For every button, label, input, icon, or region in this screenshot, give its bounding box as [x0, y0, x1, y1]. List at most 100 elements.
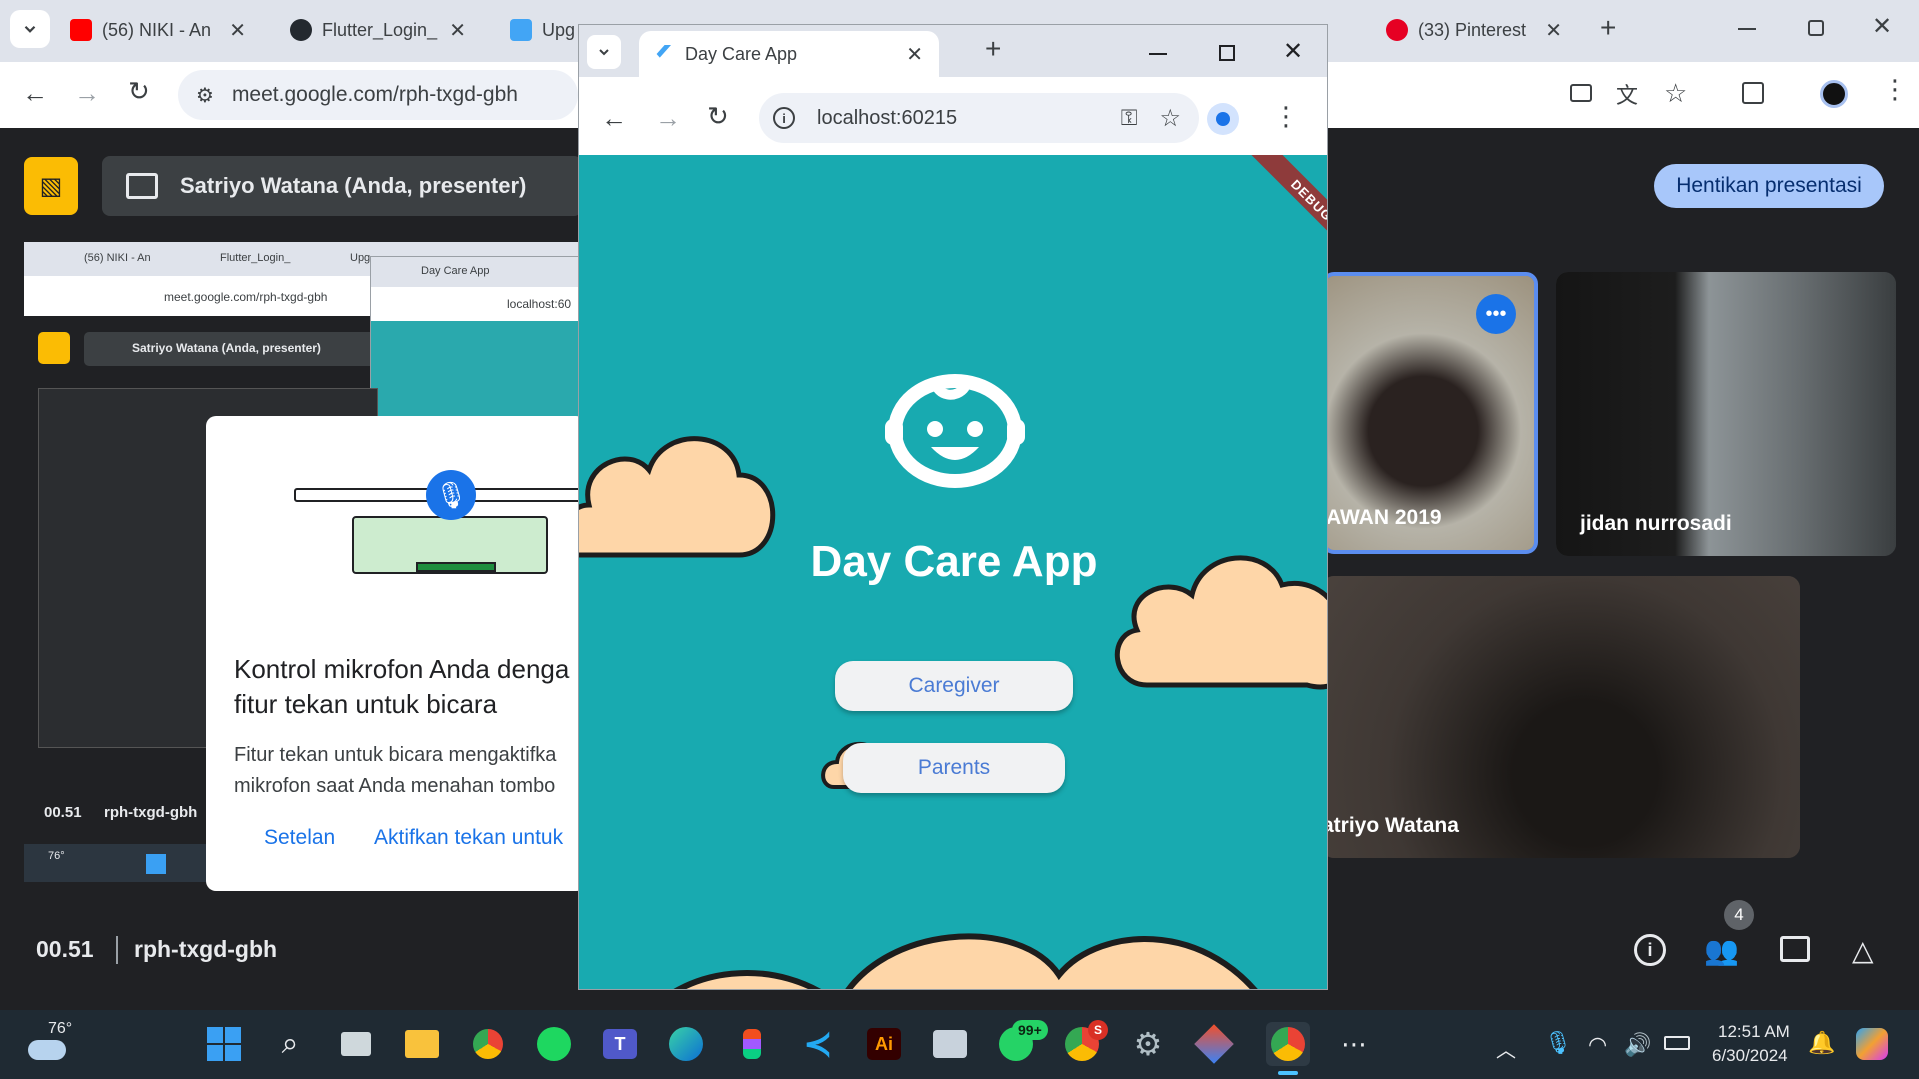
new-tab-button[interactable]: +: [985, 33, 1001, 65]
close-icon[interactable]: ✕: [906, 42, 923, 67]
tab-title: Flutter_Login_: [322, 19, 438, 40]
notification-bell-icon[interactable]: 🔔: [1808, 1030, 1835, 1056]
chevron-down-icon: [24, 25, 36, 33]
debug-banner: DEBUG: [1251, 155, 1327, 261]
inner-address-bar[interactable]: i localhost:60215 ⚿ ☆: [759, 93, 1199, 143]
inner-tab[interactable]: Day Care App ✕: [639, 31, 939, 77]
weather-temp: 76°: [48, 1020, 73, 1037]
profile-icon[interactable]: [1207, 103, 1239, 135]
restore-icon[interactable]: [1808, 20, 1824, 36]
file-explorer-icon[interactable]: [400, 1022, 444, 1066]
task-view-shape: [341, 1032, 371, 1056]
clock-date[interactable]: 6/30/2024: [1712, 1046, 1788, 1066]
settings-icon[interactable]: ⚙: [1126, 1022, 1170, 1066]
caregiver-button[interactable]: Caregiver: [835, 661, 1073, 711]
spotify-icon[interactable]: [532, 1022, 576, 1066]
info-icon[interactable]: i: [773, 107, 795, 129]
figma-icon[interactable]: [730, 1022, 774, 1066]
chrome-profile-icon[interactable]: [466, 1022, 510, 1066]
forward-icon[interactable]: →: [74, 78, 100, 109]
battery-icon[interactable]: [1664, 1036, 1690, 1050]
keyboard-illustration: 🎙: [286, 470, 586, 580]
outer-address-bar[interactable]: ⚙ meet.google.com/rph-txgd-gbh: [178, 70, 578, 120]
teams-icon[interactable]: T: [598, 1022, 642, 1066]
weather-icon[interactable]: [28, 1040, 66, 1060]
menu-icon[interactable]: ⋮: [1273, 101, 1299, 132]
nested-tab: (56) NIKI - An: [84, 252, 151, 264]
participant-tile[interactable]: ••• AWAN 2019: [1322, 272, 1538, 554]
back-icon[interactable]: ←: [601, 103, 627, 134]
nested-tab: Flutter_Login_: [220, 252, 291, 264]
task-view-icon[interactable]: [334, 1022, 378, 1066]
presenting-indicator[interactable]: ▧: [24, 157, 78, 215]
flutter-icon: [656, 45, 671, 58]
translate-icon[interactable]: 文: [1616, 78, 1638, 110]
maximize-icon[interactable]: [1219, 45, 1235, 61]
parents-button[interactable]: Parents: [843, 743, 1065, 793]
settings-button[interactable]: Setelan: [264, 826, 335, 850]
more-options-icon[interactable]: •••: [1476, 294, 1516, 334]
presenter-label: Satriyo Watana (Anda, presenter): [180, 173, 527, 198]
chrome-active-icon[interactable]: [1266, 1022, 1310, 1066]
reload-icon[interactable]: ↻: [707, 101, 729, 132]
spacebar: [416, 562, 496, 572]
clock-time[interactable]: 12:51 AM: [1718, 1022, 1790, 1042]
site-settings-icon[interactable]: ⚙: [196, 83, 214, 108]
camera-icon[interactable]: [1570, 84, 1592, 102]
enable-push-to-talk-button[interactable]: Aktifkan tekan untuk: [374, 826, 563, 850]
profile-avatar[interactable]: [1820, 80, 1848, 108]
wifi-icon[interactable]: ◠: [1588, 1032, 1607, 1058]
volume-icon[interactable]: 🔊: [1624, 1032, 1651, 1058]
extensions-icon[interactable]: [1742, 82, 1764, 104]
meeting-info-icon[interactable]: i: [1634, 934, 1666, 966]
illustrator-icon[interactable]: Ai: [862, 1022, 906, 1066]
copilot-icon[interactable]: [1856, 1028, 1888, 1060]
activities-icon[interactable]: △: [1852, 934, 1874, 967]
flutter-app-canvas: DEBUG Day Care App Caregiver Parents: [579, 155, 1327, 989]
outer-tab-upg[interactable]: Upg: [498, 10, 578, 50]
chrome-shape: [471, 1027, 505, 1061]
search-icon[interactable]: ⌕: [268, 1022, 312, 1066]
tray-chevron-icon[interactable]: ︿: [1496, 1034, 1516, 1063]
tray-mic-icon[interactable]: 🎙: [1544, 1030, 1572, 1056]
edge-icon[interactable]: [664, 1022, 708, 1066]
app-title: Day Care App: [810, 537, 1098, 586]
person-icon: [1216, 112, 1230, 126]
start-button[interactable]: [202, 1022, 246, 1066]
snip-icon[interactable]: [928, 1022, 972, 1066]
outer-tab-youtube[interactable]: (56) NIKI - An ✕: [58, 10, 258, 50]
close-window-icon[interactable]: ✕: [1283, 37, 1303, 66]
present-off-icon: ▧: [39, 172, 63, 200]
close-window-icon[interactable]: ✕: [1872, 12, 1892, 41]
nested-time: 00.51: [44, 804, 82, 821]
spotify-shape: [537, 1027, 571, 1061]
close-icon[interactable]: ✕: [449, 18, 466, 43]
participant-tile[interactable]: atriyo Watana: [1322, 576, 1800, 858]
people-icon[interactable]: 👥: [1704, 934, 1739, 967]
participant-tile[interactable]: jidan nurrosadi: [1556, 272, 1896, 556]
git-icon[interactable]: [1192, 1022, 1236, 1066]
vscode-icon[interactable]: ≺: [796, 1022, 840, 1066]
participant-name: AWAN 2019: [1326, 506, 1442, 529]
minimize-icon[interactable]: [1738, 28, 1756, 30]
youtube-icon: [70, 19, 92, 41]
menu-icon[interactable]: ⋮: [1882, 74, 1908, 105]
more-icon[interactable]: ⋯: [1332, 1022, 1376, 1066]
chat-icon[interactable]: [1780, 936, 1810, 962]
password-key-icon[interactable]: ⚿: [1121, 105, 1138, 131]
outer-tab-pinterest[interactable]: (33) Pinterest ✕: [1374, 10, 1574, 50]
bookmark-icon[interactable]: ☆: [1664, 78, 1687, 109]
forward-icon[interactable]: →: [655, 103, 681, 134]
tab-search-button[interactable]: [587, 35, 621, 69]
tab-search-button[interactable]: [10, 10, 50, 48]
back-icon[interactable]: ←: [22, 78, 48, 109]
close-icon[interactable]: ✕: [1545, 18, 1562, 43]
stop-presenting-button[interactable]: Hentikan presentasi: [1654, 164, 1884, 208]
reload-icon[interactable]: ↻: [128, 76, 150, 107]
folder-shape: [405, 1030, 439, 1058]
outer-tab-github[interactable]: Flutter_Login_ ✕: [278, 10, 478, 50]
close-icon[interactable]: ✕: [229, 18, 246, 43]
minimize-icon[interactable]: [1149, 53, 1167, 55]
new-tab-button[interactable]: +: [1600, 12, 1616, 44]
bookmark-icon[interactable]: ☆: [1159, 104, 1181, 133]
